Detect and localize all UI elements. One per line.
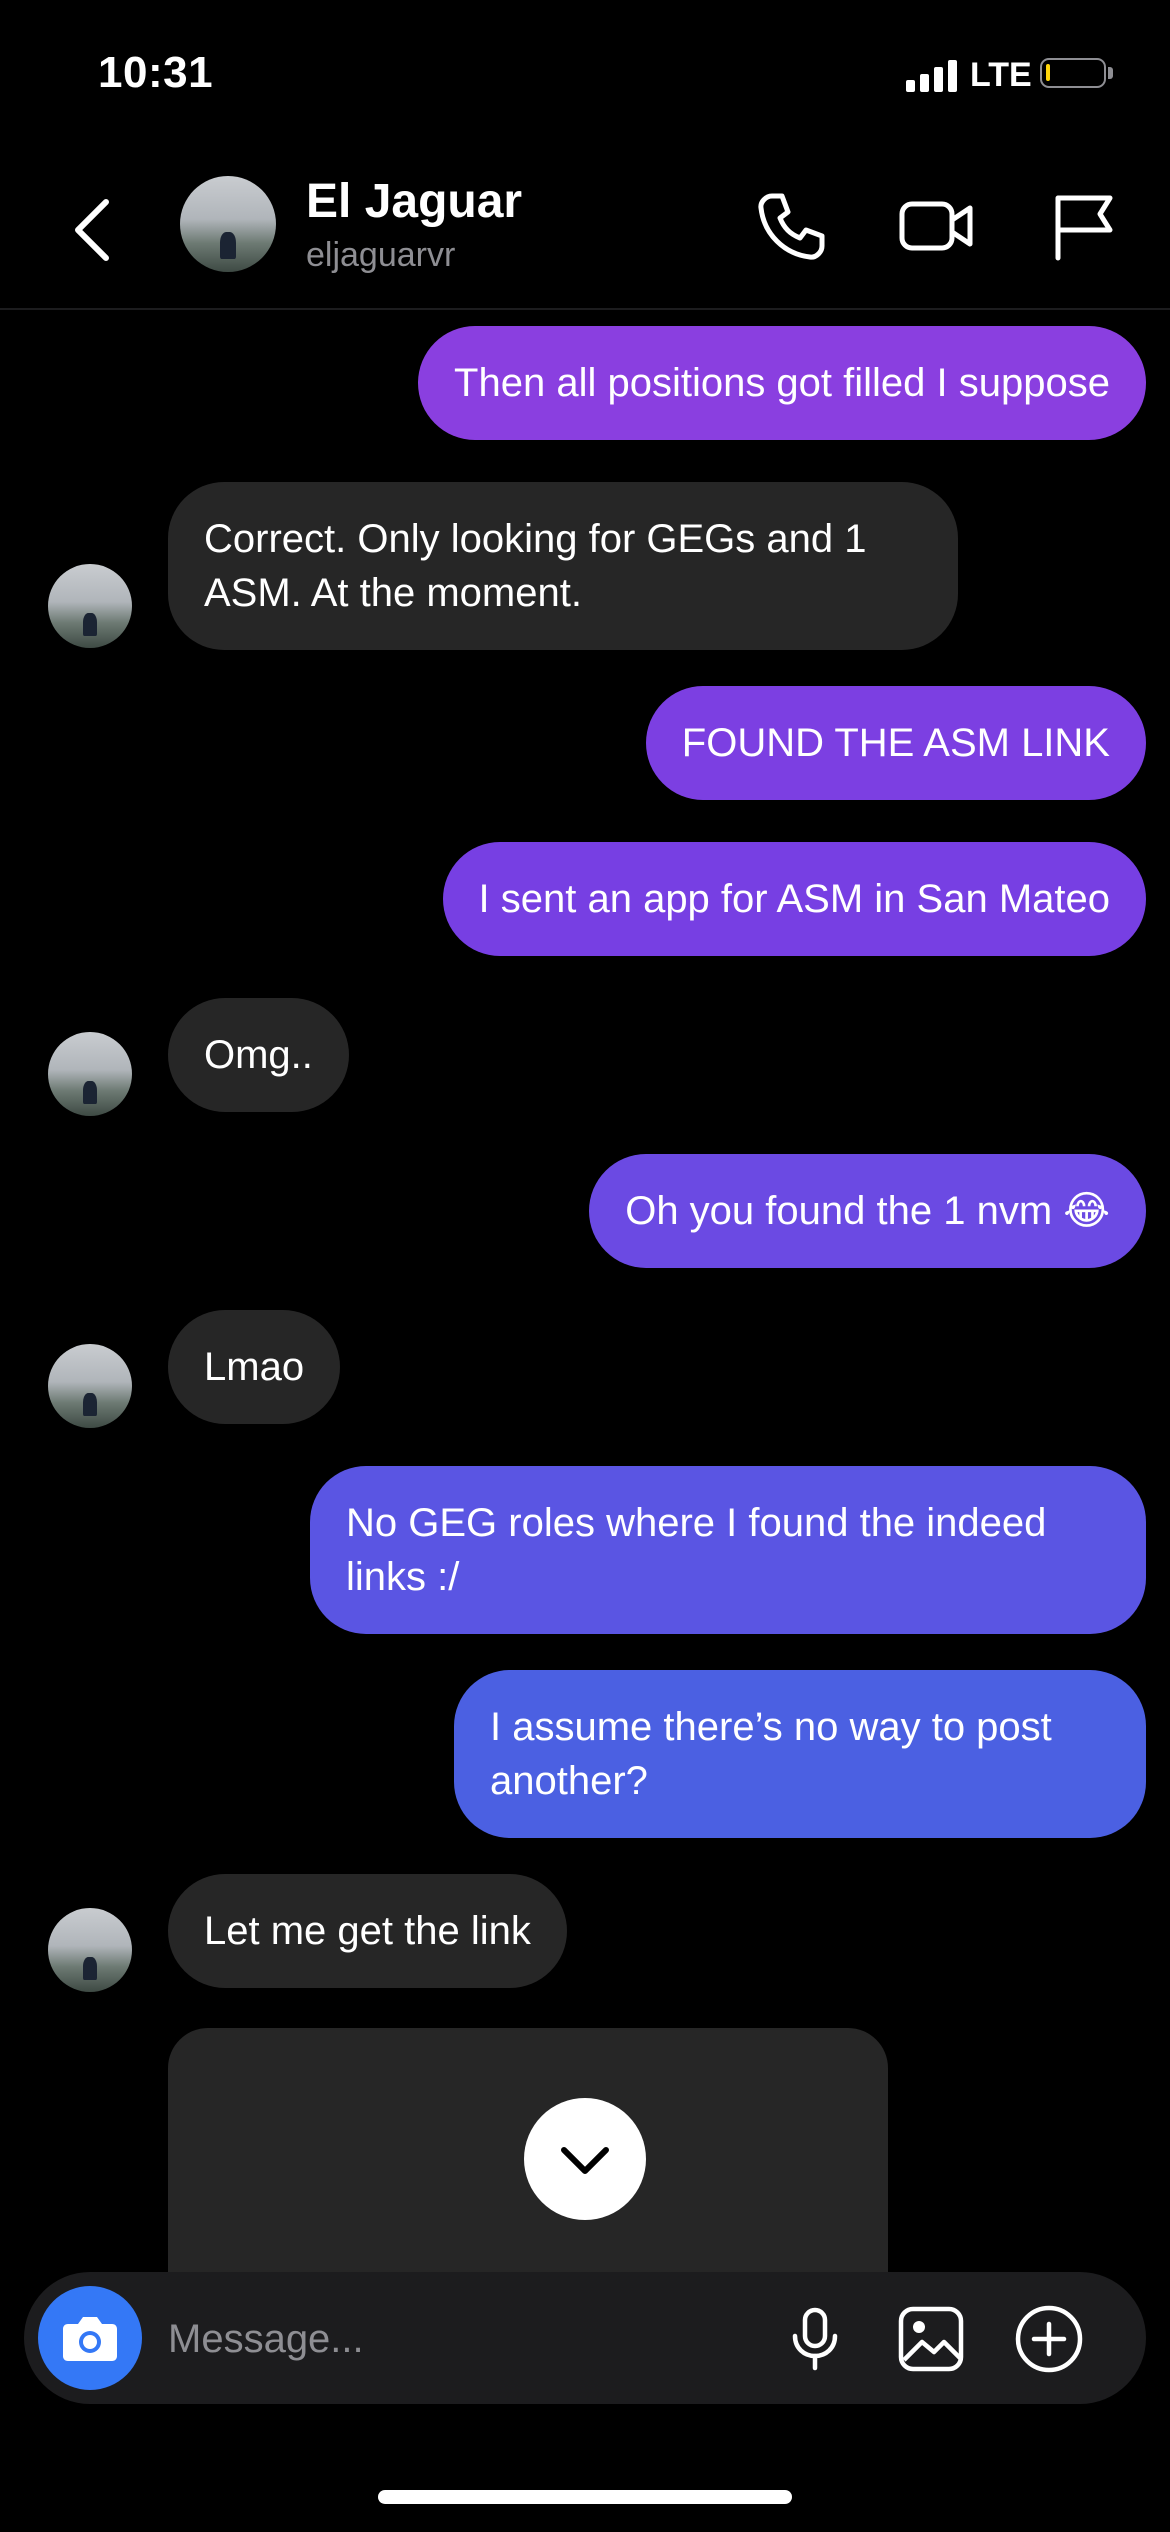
sender-avatar[interactable] — [48, 1032, 132, 1116]
gallery-icon — [898, 2306, 964, 2372]
battery-icon — [1040, 58, 1106, 88]
sender-avatar[interactable] — [48, 1344, 132, 1428]
phone-icon — [758, 193, 825, 260]
contact-handle[interactable]: eljaguarvr — [306, 236, 455, 275]
message-bubble-outgoing[interactable]: I assume there’s no way to post another? — [454, 1670, 1146, 1838]
camera-button[interactable] — [38, 2286, 142, 2390]
contact-avatar[interactable] — [180, 176, 276, 272]
back-icon — [75, 199, 109, 261]
add-button[interactable] — [1014, 2304, 1084, 2374]
camera-icon — [63, 2317, 117, 2361]
back-button[interactable] — [60, 190, 130, 270]
add-icon — [1015, 2305, 1083, 2373]
message-bubble-outgoing[interactable]: I sent an app for ASM in San Mateo — [442, 842, 1146, 956]
chevron-down-icon — [561, 2147, 609, 2174]
message-bubble-incoming[interactable]: Correct. Only looking for GEGs and 1 ASM… — [168, 482, 958, 650]
microphone-icon — [792, 2307, 838, 2371]
message-bubble-outgoing[interactable]: FOUND THE ASM LINK — [645, 686, 1146, 800]
gallery-button[interactable] — [896, 2304, 966, 2374]
message-bubble-outgoing[interactable]: Oh you found the 1 nvm 😂 — [589, 1154, 1146, 1268]
contact-name[interactable]: El Jaguar — [306, 174, 522, 229]
message-input[interactable] — [166, 2302, 770, 2376]
network-type: LTE — [970, 56, 1032, 94]
home-indicator[interactable] — [378, 2490, 792, 2504]
status-bar: 10:31 LTE — [0, 0, 1170, 150]
flag-icon — [1055, 195, 1113, 261]
message-bubble-incoming[interactable]: Lmao — [168, 1310, 341, 1424]
sender-avatar[interactable] — [48, 1908, 132, 1992]
message-bubble-incoming[interactable]: Omg.. — [168, 998, 349, 1112]
status-time: 10:31 — [98, 48, 214, 97]
sender-avatar[interactable] — [48, 564, 132, 648]
signal-icon — [906, 60, 958, 92]
message-bubble-incoming[interactable]: Let me get the link — [168, 1874, 567, 1988]
message-composer — [24, 2272, 1146, 2404]
voice-message-button[interactable] — [780, 2304, 850, 2374]
scroll-to-bottom-button[interactable] — [524, 2098, 646, 2220]
video-call-button[interactable] — [896, 186, 976, 266]
video-call-icon — [899, 201, 973, 251]
message-bubble-outgoing[interactable]: No GEG roles where I found the indeed li… — [310, 1466, 1146, 1634]
message-bubble-outgoing[interactable]: Then all positions got filled I suppose — [418, 326, 1146, 440]
chat-header: El Jaguar eljaguarvr — [0, 150, 1170, 310]
report-button[interactable] — [1044, 186, 1124, 266]
voice-call-button[interactable] — [750, 186, 830, 266]
